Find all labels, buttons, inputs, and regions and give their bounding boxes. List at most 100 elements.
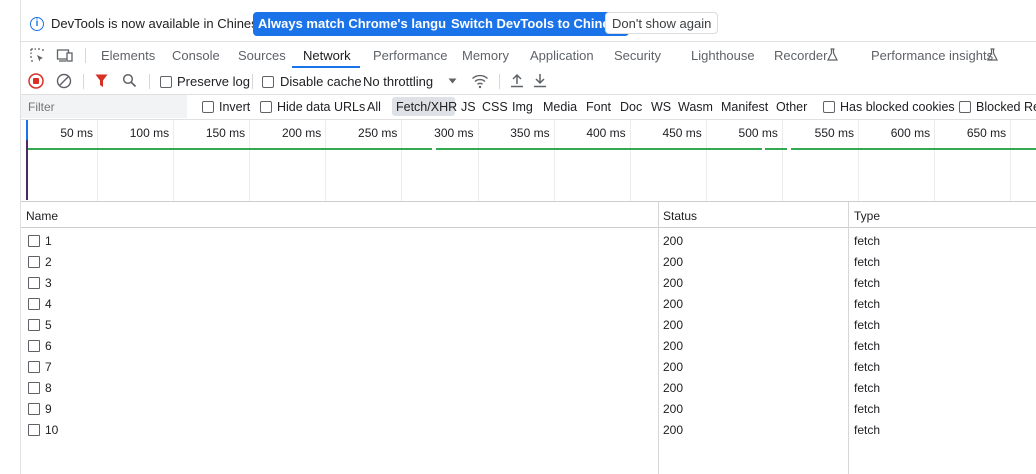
table-row[interactable]: 5 200 fetch bbox=[21, 314, 1036, 335]
request-status: 200 bbox=[663, 276, 684, 290]
column-header-type[interactable]: Type bbox=[854, 209, 880, 223]
column-divider[interactable] bbox=[848, 202, 849, 474]
flask-icon bbox=[827, 48, 838, 61]
table-row[interactable]: 6 200 fetch bbox=[21, 335, 1036, 356]
timeline-gridline bbox=[858, 120, 859, 201]
hide-data-urls-checkbox[interactable] bbox=[260, 101, 272, 113]
table-row[interactable]: 8 200 fetch bbox=[21, 377, 1036, 398]
tab-lighthouse[interactable]: Lighthouse bbox=[691, 48, 755, 63]
network-toolbar: Preserve log Disable cache No throttling bbox=[21, 69, 1036, 95]
timeline-gridline bbox=[781, 120, 783, 201]
timeline-gridline bbox=[477, 120, 479, 201]
blocked-requests-checkbox[interactable] bbox=[959, 101, 971, 113]
tab-performance-insights[interactable]: Performance insights bbox=[871, 48, 993, 63]
throttling-select[interactable]: No throttling bbox=[363, 74, 433, 89]
request-status: 200 bbox=[663, 360, 684, 374]
filter-input[interactable] bbox=[21, 95, 187, 118]
type-filter-all[interactable]: All bbox=[367, 100, 381, 114]
table-row[interactable]: 2 200 fetch bbox=[21, 251, 1036, 272]
type-filter-ws[interactable]: WS bbox=[651, 100, 671, 114]
table-header: Name Status Type bbox=[21, 202, 1036, 228]
request-status: 200 bbox=[663, 234, 684, 248]
request-type-icon bbox=[28, 277, 40, 289]
request-name: 8 bbox=[45, 381, 52, 395]
timeline-tick-label: 350 ms bbox=[510, 126, 550, 140]
type-filter-other[interactable]: Other bbox=[776, 100, 807, 114]
timeline-gridline bbox=[249, 120, 251, 201]
type-filter-doc[interactable]: Doc bbox=[620, 100, 642, 114]
type-filter-font[interactable]: Font bbox=[586, 100, 611, 114]
has-blocked-cookies-checkbox[interactable] bbox=[823, 101, 835, 113]
request-type: fetch bbox=[854, 297, 881, 311]
timeline-gridline bbox=[629, 120, 631, 201]
blocked-requests-label: Blocked Requ bbox=[976, 100, 1036, 114]
disable-cache-checkbox[interactable] bbox=[262, 76, 274, 88]
tab-elements[interactable]: Elements bbox=[101, 48, 155, 63]
timeline-tick-label: 50 ms bbox=[60, 126, 93, 140]
chevron-down-icon[interactable] bbox=[448, 78, 457, 84]
export-har-download-icon[interactable] bbox=[533, 73, 547, 88]
search-icon[interactable] bbox=[122, 73, 137, 88]
request-name: 5 bbox=[45, 318, 52, 332]
type-filter-wasm[interactable]: Wasm bbox=[678, 100, 713, 114]
request-type-icon bbox=[28, 256, 40, 268]
type-filter-manifest[interactable]: Manifest bbox=[721, 100, 768, 114]
timeline-overview[interactable]: 50 ms 100 ms 150 ms 200 ms 250 ms 300 ms 350 m… bbox=[21, 120, 1036, 202]
request-type-icon bbox=[28, 424, 40, 436]
toolbar-separator bbox=[252, 74, 253, 89]
type-filter-css[interactable]: CSS bbox=[482, 100, 508, 114]
request-type: fetch bbox=[854, 276, 881, 290]
info-icon: i bbox=[30, 17, 44, 31]
type-filter-js[interactable]: JS bbox=[461, 100, 476, 114]
request-type: fetch bbox=[854, 402, 881, 416]
device-toolbar-icon[interactable] bbox=[56, 47, 74, 63]
request-status: 200 bbox=[663, 255, 684, 269]
invert-checkbox[interactable] bbox=[202, 101, 214, 113]
request-type-icon bbox=[28, 298, 40, 310]
tab-application[interactable]: Application bbox=[530, 48, 594, 63]
left-gutter bbox=[0, 0, 21, 474]
preserve-log-checkbox[interactable] bbox=[160, 76, 172, 88]
inspect-element-icon[interactable] bbox=[29, 47, 45, 63]
column-header-status[interactable]: Status bbox=[663, 209, 697, 223]
tab-memory[interactable]: Memory bbox=[462, 48, 509, 63]
request-name: 3 bbox=[45, 276, 52, 290]
requests-table: Name Status Type 1 200 fetch 2 200 fetch 3 200 f… bbox=[21, 202, 1036, 474]
tab-network[interactable]: Network bbox=[303, 48, 351, 63]
table-row[interactable]: 1 200 fetch bbox=[21, 230, 1036, 251]
tab-performance[interactable]: Performance bbox=[373, 48, 447, 63]
tab-recorder[interactable]: Recorder bbox=[774, 48, 827, 63]
filter-icon[interactable] bbox=[95, 74, 108, 88]
record-stop-icon[interactable] bbox=[28, 73, 44, 89]
table-row[interactable]: 4 200 fetch bbox=[21, 293, 1036, 314]
timeline-gridline bbox=[401, 120, 403, 201]
tab-security[interactable]: Security bbox=[614, 48, 661, 63]
switch-to-chinese-button[interactable]: Switch DevTools to Chinese bbox=[446, 12, 630, 36]
table-row[interactable]: 7 200 fetch bbox=[21, 356, 1036, 377]
type-filter-img[interactable]: Img bbox=[512, 100, 533, 114]
request-type: fetch bbox=[854, 255, 881, 269]
request-name: 9 bbox=[45, 402, 52, 416]
tab-sources[interactable]: Sources bbox=[238, 48, 286, 63]
clear-icon[interactable] bbox=[56, 73, 72, 89]
network-conditions-wifi-icon[interactable] bbox=[471, 73, 489, 89]
type-filter-fetch-xhr[interactable]: Fetch/XHR bbox=[396, 100, 457, 114]
flask-icon bbox=[987, 48, 998, 61]
timeline-tick-label: 200 ms bbox=[281, 126, 322, 140]
table-row[interactable]: 9 200 fetch bbox=[21, 398, 1036, 419]
tab-console[interactable]: Console bbox=[172, 48, 220, 63]
table-row[interactable]: 3 200 fetch bbox=[21, 272, 1036, 293]
request-type-icon bbox=[28, 382, 40, 394]
dont-show-again-button[interactable]: Don't show again bbox=[605, 12, 719, 34]
language-infobar: i DevTools is now available in Chinese! … bbox=[21, 8, 1036, 40]
request-type-icon bbox=[28, 361, 40, 373]
request-status: 200 bbox=[663, 402, 684, 416]
request-name: 7 bbox=[45, 360, 52, 374]
column-divider[interactable] bbox=[658, 202, 659, 474]
timeline-gridline bbox=[934, 120, 936, 201]
column-header-name[interactable]: Name bbox=[26, 209, 58, 223]
type-filter-media[interactable]: Media bbox=[543, 100, 577, 114]
table-row[interactable]: 10 200 fetch bbox=[21, 419, 1036, 440]
always-match-language-button[interactable]: Always match Chrome's language bbox=[253, 12, 474, 36]
import-har-upload-icon[interactable] bbox=[510, 73, 524, 88]
